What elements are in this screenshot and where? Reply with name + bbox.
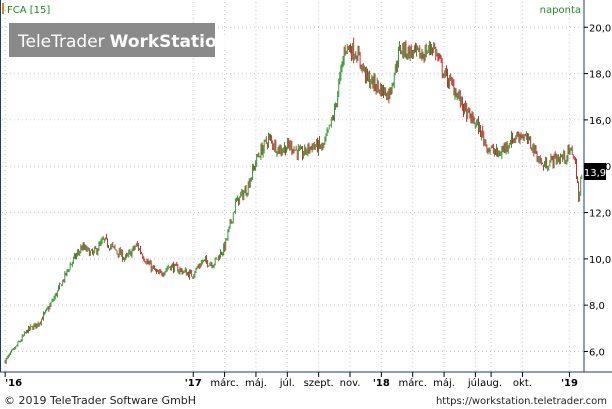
y-tick-label: 6,0	[589, 347, 605, 358]
x-tick-label: máj.	[245, 377, 267, 389]
last-price-label: 13,9	[584, 168, 606, 179]
logo-text: TeleTrader WorkStation	[17, 32, 229, 52]
instrument-label[interactable]: FCA [15]	[7, 5, 50, 16]
y-tick-label: 12,0	[589, 209, 611, 220]
logo-bold: WorkStation	[110, 32, 229, 52]
copyright-text: © 2019 TeleTrader Software GmbH	[4, 394, 196, 407]
x-tick-label: okt.	[513, 378, 532, 389]
x-tick-label: júl.	[279, 377, 295, 389]
x-tick-label: szept.	[304, 378, 334, 389]
x-tick-label: '16	[5, 378, 22, 389]
x-tick-label: máj.	[433, 377, 455, 389]
x-tick-label: '18	[373, 378, 390, 389]
y-tick-label: 10,0	[589, 255, 611, 266]
logo-regular: TeleTrader	[17, 32, 105, 52]
source-url[interactable]: https://workstation.teletrader.com	[436, 396, 607, 407]
x-tick-label: '19	[561, 378, 578, 389]
x-tick-label: márc.	[398, 377, 426, 389]
interval-label[interactable]: naponta	[540, 5, 581, 16]
y-tick-label: 8,0	[589, 301, 605, 312]
y-tick-label: 18,0	[589, 70, 611, 81]
x-tick-label: márc.	[210, 377, 238, 389]
y-tick-label: 20,0	[589, 23, 611, 34]
price-chart: 6,08,010,012,014,016,018,020,0 '16'17már…	[0, 0, 612, 409]
x-tick-label: nov.	[340, 378, 361, 389]
x-tick-label: aug.	[480, 378, 502, 389]
y-tick-label: 16,0	[589, 116, 611, 127]
x-tick-label: '17	[185, 378, 202, 389]
instrument-marker	[2, 3, 4, 14]
